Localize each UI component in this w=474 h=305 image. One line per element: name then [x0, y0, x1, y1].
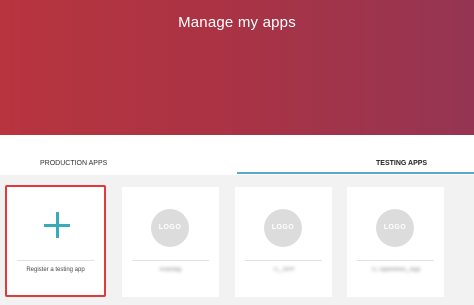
header-banner: Manage my apps: [0, 0, 474, 135]
app-name: TL_APP: [272, 267, 295, 273]
plus-icon: [44, 212, 70, 238]
register-app-label: Register a testing app: [26, 267, 85, 273]
card-divider: [357, 260, 434, 261]
card-divider: [132, 260, 209, 261]
app-card[interactable]: LOGO TL Openlines_App: [347, 187, 444, 297]
card-divider: [245, 260, 322, 261]
app-card[interactable]: LOGO Aranday: [122, 187, 219, 297]
register-testing-app-card[interactable]: Register a testing app: [5, 185, 106, 297]
app-logo: LOGO: [264, 209, 302, 247]
page-title: Manage my apps: [178, 14, 296, 31]
tab-testing-apps[interactable]: TESTING APPS: [376, 135, 427, 175]
app-logo: LOGO: [376, 209, 414, 247]
active-tab-indicator: [237, 172, 474, 174]
app-name: TL Openlines_App: [370, 267, 421, 273]
tab-bar: PRODUCTION APPS TESTING APPS: [0, 135, 474, 175]
app-card[interactable]: LOGO TL_APP: [235, 187, 332, 297]
tab-production-apps[interactable]: PRODUCTION APPS: [40, 135, 107, 175]
app-card-list: Register a testing app LOGO Aranday LOGO…: [0, 175, 474, 305]
card-divider: [17, 260, 94, 261]
app-name: Aranday: [159, 267, 182, 273]
app-logo: LOGO: [151, 209, 189, 247]
